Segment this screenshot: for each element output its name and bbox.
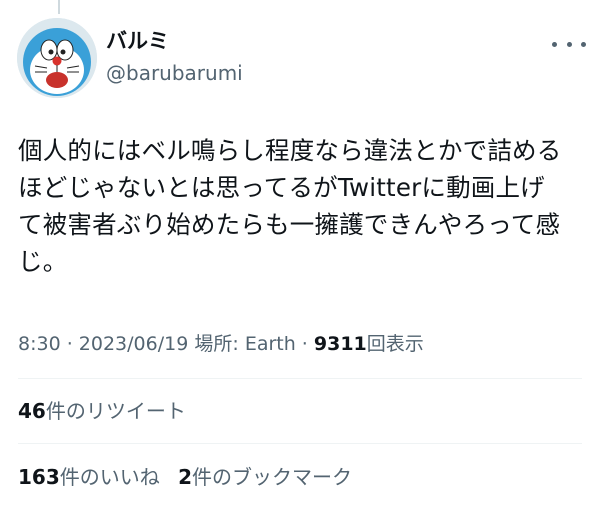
author-handle[interactable]: @barubarumi (106, 60, 243, 86)
avatar[interactable] (17, 18, 97, 98)
location-label: 場所: (194, 333, 239, 355)
author-display-name[interactable]: バルミ (106, 28, 169, 54)
retweets-label: 件のリツイート (45, 399, 186, 423)
location-value: Earth (244, 333, 296, 355)
tweet-time[interactable]: 8:30 (18, 333, 61, 355)
likes-link[interactable]: 163件のいいね (18, 465, 160, 489)
retweets-stat: 46件のリツイート (18, 398, 186, 424)
likes-count: 163 (18, 465, 60, 489)
retweets-link[interactable]: 46件のリツイート (18, 399, 186, 423)
meta-separator: · (60, 333, 79, 355)
divider (18, 443, 582, 444)
more-options-icon-dot (581, 41, 586, 47)
retweets-count: 46 (18, 399, 46, 423)
tweet-text-line: て被害者ぶり始めたらも一擁護できんやろって感 (18, 210, 561, 239)
tweet-text-line: じ。 (18, 247, 68, 276)
tweet-date[interactable]: 2023/06/19 (79, 333, 189, 355)
thread-line (58, 0, 60, 14)
more-options-icon-dot (566, 41, 572, 47)
bookmarks-label: 件のブックマーク (192, 465, 353, 489)
more-options-icon (552, 41, 557, 47)
views-count: 9311 (313, 333, 367, 355)
likes-bookmarks-stat: 163件のいいね 2件のブックマーク (18, 464, 352, 490)
likes-label: 件のいいね (59, 465, 160, 489)
divider (18, 378, 582, 379)
doraemon-avatar-icon (17, 18, 97, 98)
bookmarks-count: 2 (178, 465, 193, 489)
tweet-text-line: ほどじゃないとは思ってるがTwitterに動画上げ (18, 173, 545, 202)
views-label: 回表示 (366, 333, 424, 355)
more-options-button[interactable] (552, 34, 586, 54)
bookmarks-link[interactable]: 2件のブックマーク (178, 465, 352, 489)
tweet-meta: 8:30 · 2023/06/19 場所: Earth · 9311回表示 (18, 331, 424, 357)
meta-separator: · (295, 333, 314, 355)
tweet-text: 個人的にはベル鳴らし程度なら違法とかで詰める ほどじゃないとは思ってるがTwit… (18, 132, 588, 280)
tweet-text-line: 個人的にはベル鳴らし程度なら違法とかで詰める (18, 136, 562, 165)
